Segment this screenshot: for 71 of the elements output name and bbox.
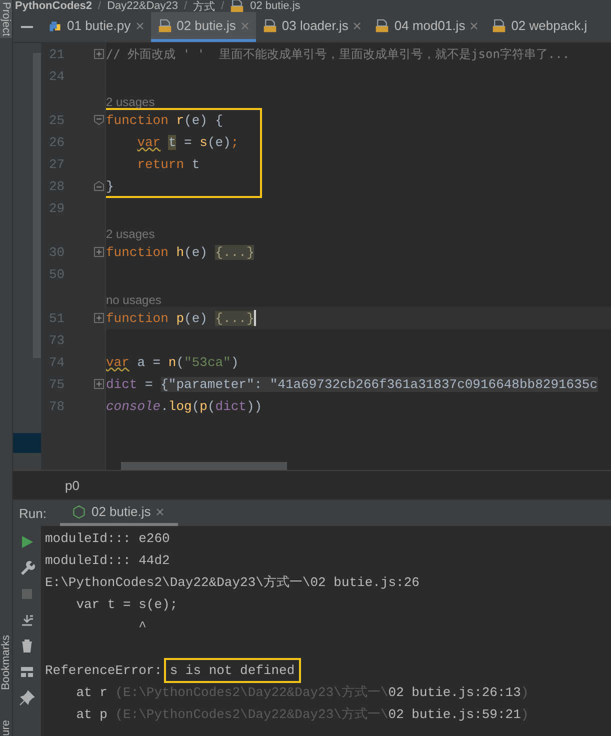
usages-hint[interactable]: no usages [106, 285, 611, 307]
error-message: s is not defined [164, 658, 301, 682]
js-file-icon [375, 18, 390, 32]
tool-window-tab[interactable]: ure [0, 720, 12, 736]
tool-window-tab[interactable]: Bookmarks [0, 635, 12, 690]
code-line: console.log(p(dict)) [106, 398, 264, 416]
trash-icon[interactable] [19, 638, 35, 654]
editor-tab[interactable]: 02 butie.js [150, 12, 256, 42]
console-text: ) [520, 706, 529, 722]
fold-collapse-icon[interactable] [94, 115, 104, 125]
selected-item-highlight [13, 433, 41, 453]
console-text: E:\PythonCodes2\Day22&Day23\方式一\02 butie.js:26 [45, 574, 420, 591]
function-breadcrumb[interactable]: p0 [65, 478, 80, 492]
layout-icon[interactable] [19, 664, 35, 680]
editor-tab[interactable]: 01 butie.py [41, 12, 151, 42]
console-text: moduleId::: e260 [45, 530, 170, 546]
console-text: ) [520, 684, 529, 700]
nodejs-icon [72, 504, 86, 518]
js-file-icon [158, 18, 172, 32]
fold-expand-icon[interactable] [94, 247, 104, 257]
console-text: ^ [138, 618, 146, 634]
js-file-icon [492, 18, 506, 32]
python-file-icon [48, 18, 62, 32]
scroll-to-end-icon[interactable] [19, 612, 35, 628]
console-text: 02 butie.js:59:21 [388, 706, 521, 722]
code-line: // 外面改成 ' ' 里面不能改成单引号，里面改成单引号，就不是json字符串了... [106, 46, 571, 62]
console-text: ReferenceError: [45, 662, 164, 678]
console-text: at r [75, 684, 108, 700]
console-text: moduleId::: 44d2 [45, 552, 170, 568]
usages-hint[interactable]: 2 usages [106, 87, 611, 109]
js-file-icon [230, 0, 244, 12]
breadcrumb-separator: / [98, 0, 102, 12]
breadcrumb-item[interactable]: 02 butie.js [250, 0, 300, 12]
code-line: } [106, 178, 115, 196]
editor-tab[interactable]: 04 mod01.js [368, 12, 486, 42]
close-icon[interactable] [156, 508, 164, 516]
project-tool-tab[interactable]: Project [0, 0, 12, 38]
editor-tab[interactable]: 02 webpack.j [485, 12, 594, 42]
fold-expand-icon[interactable] [94, 313, 104, 323]
usages-hint[interactable]: 2 usages [106, 219, 611, 241]
code-line: function h(e) {...} [106, 244, 256, 262]
console-text: at p [75, 706, 108, 722]
run-tab[interactable]: 02 butie.js [60, 500, 178, 526]
breadcrumb-item[interactable]: 方式 [193, 0, 216, 12]
code-line: return t [136, 156, 201, 174]
fold-expand-icon[interactable] [94, 379, 104, 389]
code-line: var t = s(e); [136, 134, 240, 152]
run-icon[interactable] [19, 534, 35, 550]
code-line: function r(e) { [106, 112, 224, 130]
close-icon[interactable] [136, 22, 144, 30]
text-caret [254, 310, 256, 326]
breadcrumb-separator: / [221, 0, 224, 12]
close-icon[interactable] [353, 22, 362, 30]
run-label: Run: [19, 506, 46, 520]
console-text: 02 butie.js:26:13 [388, 684, 521, 700]
code-line: var a = n("53ca") [106, 354, 240, 372]
breadcrumb-item[interactable]: Day22&Day23 [107, 0, 178, 12]
scrollbar-thumb[interactable] [33, 53, 41, 358]
pin-icon[interactable] [19, 690, 35, 706]
js-file-icon [262, 18, 277, 32]
code-line: dict = {"parameter": "41a69732cb266f361a31837c0916648bb8291635c [106, 376, 598, 394]
breadcrumb-separator: / [184, 0, 188, 12]
fold-collapse-icon[interactable] [94, 181, 104, 191]
horizontal-scrollbar[interactable] [121, 462, 287, 470]
close-icon[interactable] [240, 22, 249, 30]
editor-tab[interactable]: 03 loader.js [256, 12, 368, 42]
fold-expand-icon[interactable] [94, 49, 104, 59]
breadcrumb-item[interactable]: PythonCodes2 [15, 0, 92, 12]
console-text: var t = s(e); [75, 596, 178, 612]
wrench-icon[interactable] [19, 560, 35, 576]
close-icon[interactable] [470, 22, 478, 30]
